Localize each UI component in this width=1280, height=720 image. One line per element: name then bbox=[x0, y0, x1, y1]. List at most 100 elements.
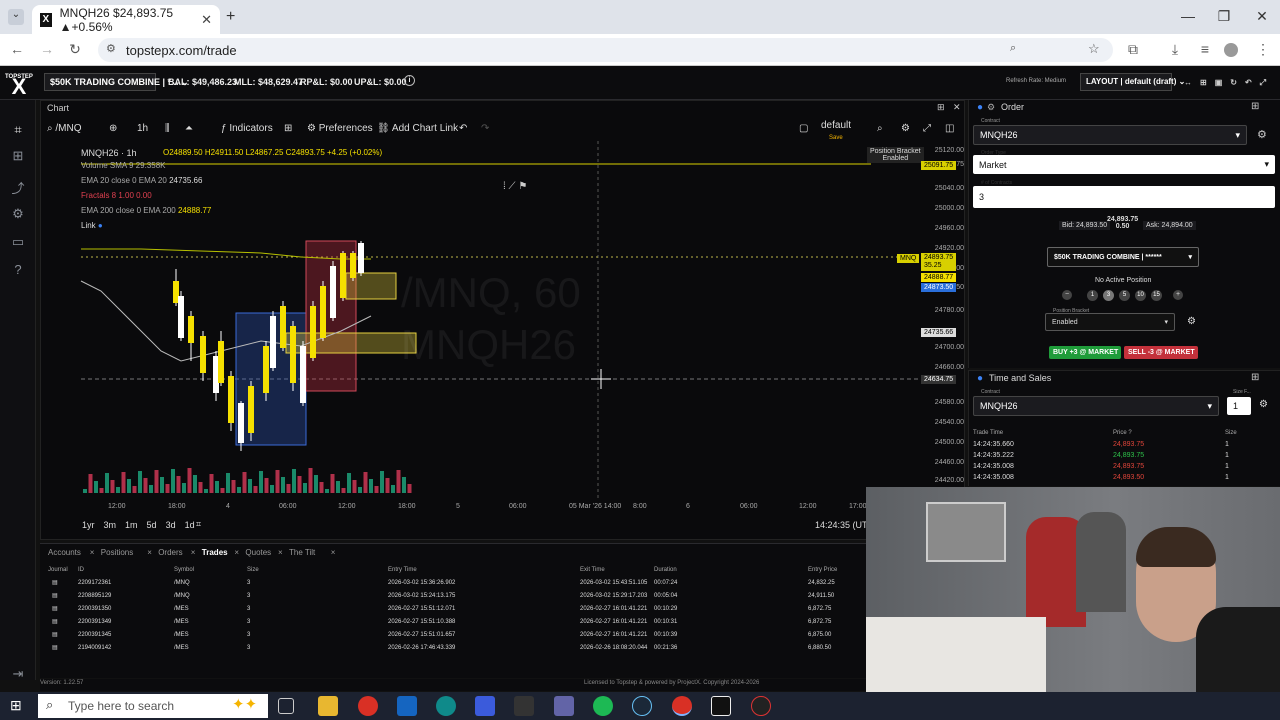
table-row[interactable]: ▤ 2208895129/MNQ 3 2026-03-02 15:24:13.175 2… bbox=[40, 592, 866, 604]
range-button-5d[interactable]: 5d bbox=[147, 520, 157, 530]
close-tab-icon[interactable]: × bbox=[191, 548, 196, 557]
range-button-1m[interactable]: 1m bbox=[125, 520, 138, 530]
trades-header-exit-time[interactable]: Exit Time bbox=[580, 567, 605, 573]
chrome-active-icon[interactable] bbox=[672, 696, 692, 716]
steam-icon[interactable] bbox=[632, 696, 652, 716]
interval-button[interactable]: 1h bbox=[137, 123, 148, 134]
undo-icon[interactable]: ↶ bbox=[459, 123, 467, 134]
epic-icon[interactable] bbox=[514, 696, 534, 716]
qty-button-1[interactable]: 1 bbox=[1087, 290, 1098, 301]
screenshot-icon[interactable]: ◫ bbox=[945, 123, 954, 134]
tradingview-icon[interactable] bbox=[711, 696, 731, 716]
ts-size-filter[interactable]: 1 bbox=[1227, 397, 1251, 415]
fullscreen-icon[interactable]: ⤢ bbox=[923, 123, 931, 134]
legend-link[interactable]: Link ● bbox=[81, 221, 103, 230]
info-icon[interactable]: i bbox=[404, 75, 415, 86]
close-tab-icon[interactable]: × bbox=[147, 548, 152, 557]
tab-the-tilt[interactable]: The Tilt bbox=[289, 548, 315, 557]
reload-icon[interactable]: ↻ bbox=[66, 41, 84, 58]
symbol-search[interactable]: ⌕ /MNQ bbox=[47, 123, 82, 134]
table-row[interactable]: ▤ 2200391350/MES 3 2026-02-27 15:51:12.071 2… bbox=[40, 605, 866, 617]
tab-orders[interactable]: Orders bbox=[158, 548, 182, 557]
templates-icon[interactable]: ⊞ bbox=[284, 123, 292, 134]
minimize-icon[interactable]: — bbox=[1178, 8, 1198, 24]
buy-market-button[interactable]: BUY +3 @ MARKET bbox=[1049, 346, 1121, 359]
download-icon[interactable]: ⤓ bbox=[1166, 41, 1184, 58]
qty-plus-button[interactable]: + bbox=[1173, 290, 1183, 300]
close-panel-icon[interactable]: ✕ bbox=[953, 102, 961, 113]
forward-icon[interactable]: → bbox=[38, 41, 56, 57]
profile-avatar[interactable] bbox=[1224, 43, 1238, 57]
app-nav-tv-icon[interactable]: ▭ bbox=[9, 234, 27, 252]
contracts-input[interactable]: 3 bbox=[973, 186, 1275, 208]
table-row[interactable]: ▤ 2200391349/MES 3 2026-02-27 15:51:10.388 2… bbox=[40, 618, 866, 630]
journal-icon[interactable]: ▤ bbox=[52, 579, 58, 586]
table-row[interactable]: ▤ 2209172361/MNQ 3 2026-03-02 15:36:26.902 2… bbox=[40, 579, 866, 591]
site-info-icon[interactable]: ⚙ bbox=[106, 42, 116, 55]
tab-positions[interactable]: Positions bbox=[101, 548, 133, 557]
new-tab-button[interactable]: + bbox=[226, 8, 235, 26]
order-add-panel-icon[interactable]: ⊞ bbox=[1251, 101, 1259, 112]
trades-header-symbol[interactable]: Symbol bbox=[174, 567, 194, 573]
app-nav-chart-icon[interactable]: ⌗ bbox=[9, 122, 27, 140]
journal-icon[interactable]: ▤ bbox=[52, 592, 58, 599]
trades-header-duration[interactable]: Duration bbox=[654, 567, 677, 573]
chart-settings-icon[interactable]: ⚙ bbox=[901, 123, 910, 134]
qty-button-15[interactable]: 15 bbox=[1151, 290, 1162, 301]
trades-header-id[interactable]: ID bbox=[78, 567, 84, 573]
contract-settings-icon[interactable]: ⚙ bbox=[1257, 128, 1267, 141]
sell-market-button[interactable]: SELL -3 @ MARKET bbox=[1124, 346, 1198, 359]
template-select[interactable]: default Save bbox=[821, 120, 851, 142]
drawing-quick-toolbar[interactable]: ⁞ ⟋ ⚑ bbox=[503, 181, 563, 195]
range-button-3d[interactable]: 3d bbox=[166, 520, 176, 530]
qty-button-10[interactable]: 10 bbox=[1135, 290, 1146, 301]
spotify-icon[interactable] bbox=[593, 696, 613, 716]
layout-select[interactable]: LAYOUT | default (draft) ⌄ bbox=[1080, 73, 1185, 91]
order-type-select[interactable]: Market ▾ bbox=[973, 155, 1275, 174]
app-nav-settings-icon[interactable]: ⚙ bbox=[9, 206, 27, 224]
extensions-icon[interactable]: ⧉ bbox=[1124, 41, 1142, 58]
journal-icon[interactable]: ▤ bbox=[52, 605, 58, 612]
account-select[interactable]: $50K TRADING COMBINE | *... ⌄ bbox=[44, 73, 189, 91]
app-icon-2[interactable] bbox=[751, 696, 771, 716]
taskbar-search-input[interactable]: ⌕ Type here to search ✦✦ bbox=[38, 694, 268, 718]
store-icon[interactable] bbox=[397, 696, 417, 716]
app-nav-help-icon[interactable]: ? bbox=[9, 262, 27, 280]
trades-header-journal[interactable]: Journal bbox=[48, 567, 68, 573]
close-tab-icon[interactable]: × bbox=[278, 548, 283, 557]
close-window-icon[interactable]: ✕ bbox=[1252, 8, 1272, 25]
bracket-select[interactable]: Enabled ▾ bbox=[1045, 313, 1175, 331]
ts-add-panel-icon[interactable]: ⊞ bbox=[1251, 372, 1259, 383]
back-icon[interactable]: ← bbox=[8, 41, 26, 57]
goto-date-icon[interactable]: ⌗ bbox=[196, 519, 201, 530]
app-icon-1[interactable] bbox=[475, 696, 495, 716]
browser-menu-icon[interactable]: ⋮ bbox=[1254, 41, 1272, 58]
add-panel-icon[interactable]: ⊞ bbox=[937, 102, 945, 113]
qty-button-5[interactable]: 5 bbox=[1119, 290, 1130, 301]
journal-icon[interactable]: ▤ bbox=[52, 644, 58, 651]
tab-trades[interactable]: Trades bbox=[202, 548, 228, 557]
zoom-icon[interactable]: ⌕ bbox=[1010, 42, 1016, 55]
url-input[interactable]: ⚙ topstepx.com/trade ⌕ ☆ bbox=[98, 38, 1113, 62]
layout-square-icon[interactable]: ▢ bbox=[799, 123, 808, 134]
close-tab-icon[interactable]: ✕ bbox=[201, 12, 212, 28]
indicators-button[interactable]: ƒ Indicators bbox=[221, 123, 273, 134]
range-button-1d[interactable]: 1d bbox=[185, 520, 195, 530]
browser-tab[interactable]: X MNQH26 $24,893.75 ▲+0.56% ✕ bbox=[32, 5, 220, 34]
order-account-select[interactable]: $50K TRADING COMBINE | ****** ▾ bbox=[1047, 247, 1199, 267]
teams-icon[interactable] bbox=[554, 696, 574, 716]
redo-icon[interactable]: ↷ bbox=[481, 123, 489, 134]
chart-search-icon[interactable]: ⌕ bbox=[877, 123, 883, 134]
file-explorer-icon[interactable] bbox=[318, 696, 338, 716]
preferences-button[interactable]: ⚙ Preferences bbox=[307, 123, 373, 134]
trades-header-size[interactable]: Size bbox=[247, 567, 259, 573]
chrome-icon[interactable] bbox=[358, 696, 378, 716]
compare-icon[interactable]: ⊕ bbox=[109, 123, 117, 134]
tab-quotes[interactable]: Quotes bbox=[245, 548, 271, 557]
tab-accounts[interactable]: Accounts bbox=[48, 548, 81, 557]
qty-button-3[interactable]: 3 bbox=[1103, 290, 1114, 301]
range-button-1yr[interactable]: 1yr bbox=[82, 520, 95, 530]
table-row[interactable]: ▤ 2194009142/MES 3 2026-02-26 17:46:43.339 2… bbox=[40, 644, 866, 656]
app-nav-trend-icon[interactable]: ⤴ bbox=[9, 178, 27, 196]
ts-settings-icon[interactable]: ⚙ bbox=[1259, 399, 1268, 410]
